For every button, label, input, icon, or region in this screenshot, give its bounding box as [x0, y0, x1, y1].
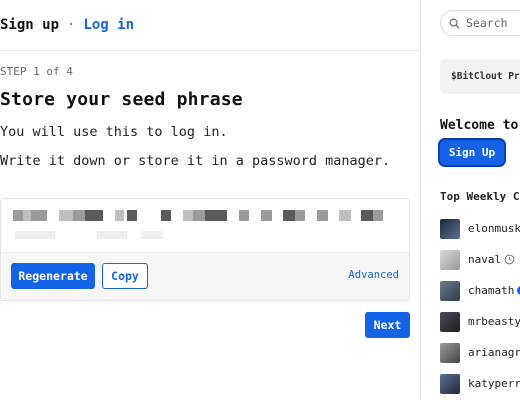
search-placeholder: Search — [466, 16, 508, 30]
avatar — [440, 373, 460, 394]
creator-item[interactable]: mrbeasty — [440, 306, 520, 337]
creator-list: elonmusk naval chamath mrbeasty arianagr — [440, 213, 520, 399]
search-input[interactable]: Search — [440, 10, 520, 36]
advanced-link[interactable]: Advanced — [348, 269, 399, 281]
instruction-line-2: Write it down or store it in a password … — [0, 153, 391, 169]
page-title: Store your seed phrase — [0, 89, 243, 110]
seed-phrase-blurred — [1, 199, 409, 253]
creator-item[interactable]: chamath — [440, 275, 520, 306]
avatar — [440, 311, 460, 332]
next-button[interactable]: Next — [365, 312, 410, 338]
instruction-line-1: You will use this to log in. — [0, 124, 228, 140]
seed-phrase-box: Regenerate Copy Advanced — [0, 198, 410, 301]
creator-name: chamath — [468, 284, 515, 297]
welcome-heading: Welcome to — [440, 118, 519, 133]
sidebar-signup-button[interactable]: Sign Up — [440, 140, 504, 165]
step-content: STEP 1 of 4 Store your seed phrase You w… — [0, 65, 420, 169]
avatar — [440, 342, 460, 363]
creator-item[interactable]: naval — [440, 244, 520, 275]
signup-main-panel: Sign up · Log in STEP 1 of 4 Store your … — [0, 0, 421, 400]
top-nav: Sign up · Log in — [0, 0, 420, 51]
top-weekly-heading: Top Weekly Cr — [440, 190, 520, 203]
right-sidebar: Search $BitClout Pri Welcome to Sign Up … — [422, 0, 520, 400]
nav-signup[interactable]: Sign up — [0, 17, 59, 33]
creator-item[interactable]: arianagr — [440, 337, 520, 368]
avatar — [440, 280, 460, 301]
promo-card[interactable]: $BitClout Pri — [440, 59, 520, 94]
step-indicator: STEP 1 of 4 — [0, 65, 73, 78]
nav-login-link[interactable]: Log in — [83, 17, 134, 33]
creator-item[interactable]: katyperr — [440, 368, 520, 399]
clock-icon — [504, 254, 515, 265]
creator-name: naval — [468, 253, 502, 266]
regenerate-button[interactable]: Regenerate — [11, 263, 95, 289]
search-icon — [449, 18, 460, 29]
avatar — [440, 249, 460, 270]
avatar — [440, 218, 460, 239]
creator-name: mrbeasty — [468, 315, 520, 328]
creator-item[interactable]: elonmusk — [440, 213, 520, 244]
copy-button[interactable]: Copy — [102, 263, 148, 289]
creator-name: katyperr — [468, 377, 520, 390]
creator-name: elonmusk — [468, 222, 520, 235]
creator-name: arianagr — [468, 346, 520, 359]
nav-separator: · — [67, 17, 76, 33]
